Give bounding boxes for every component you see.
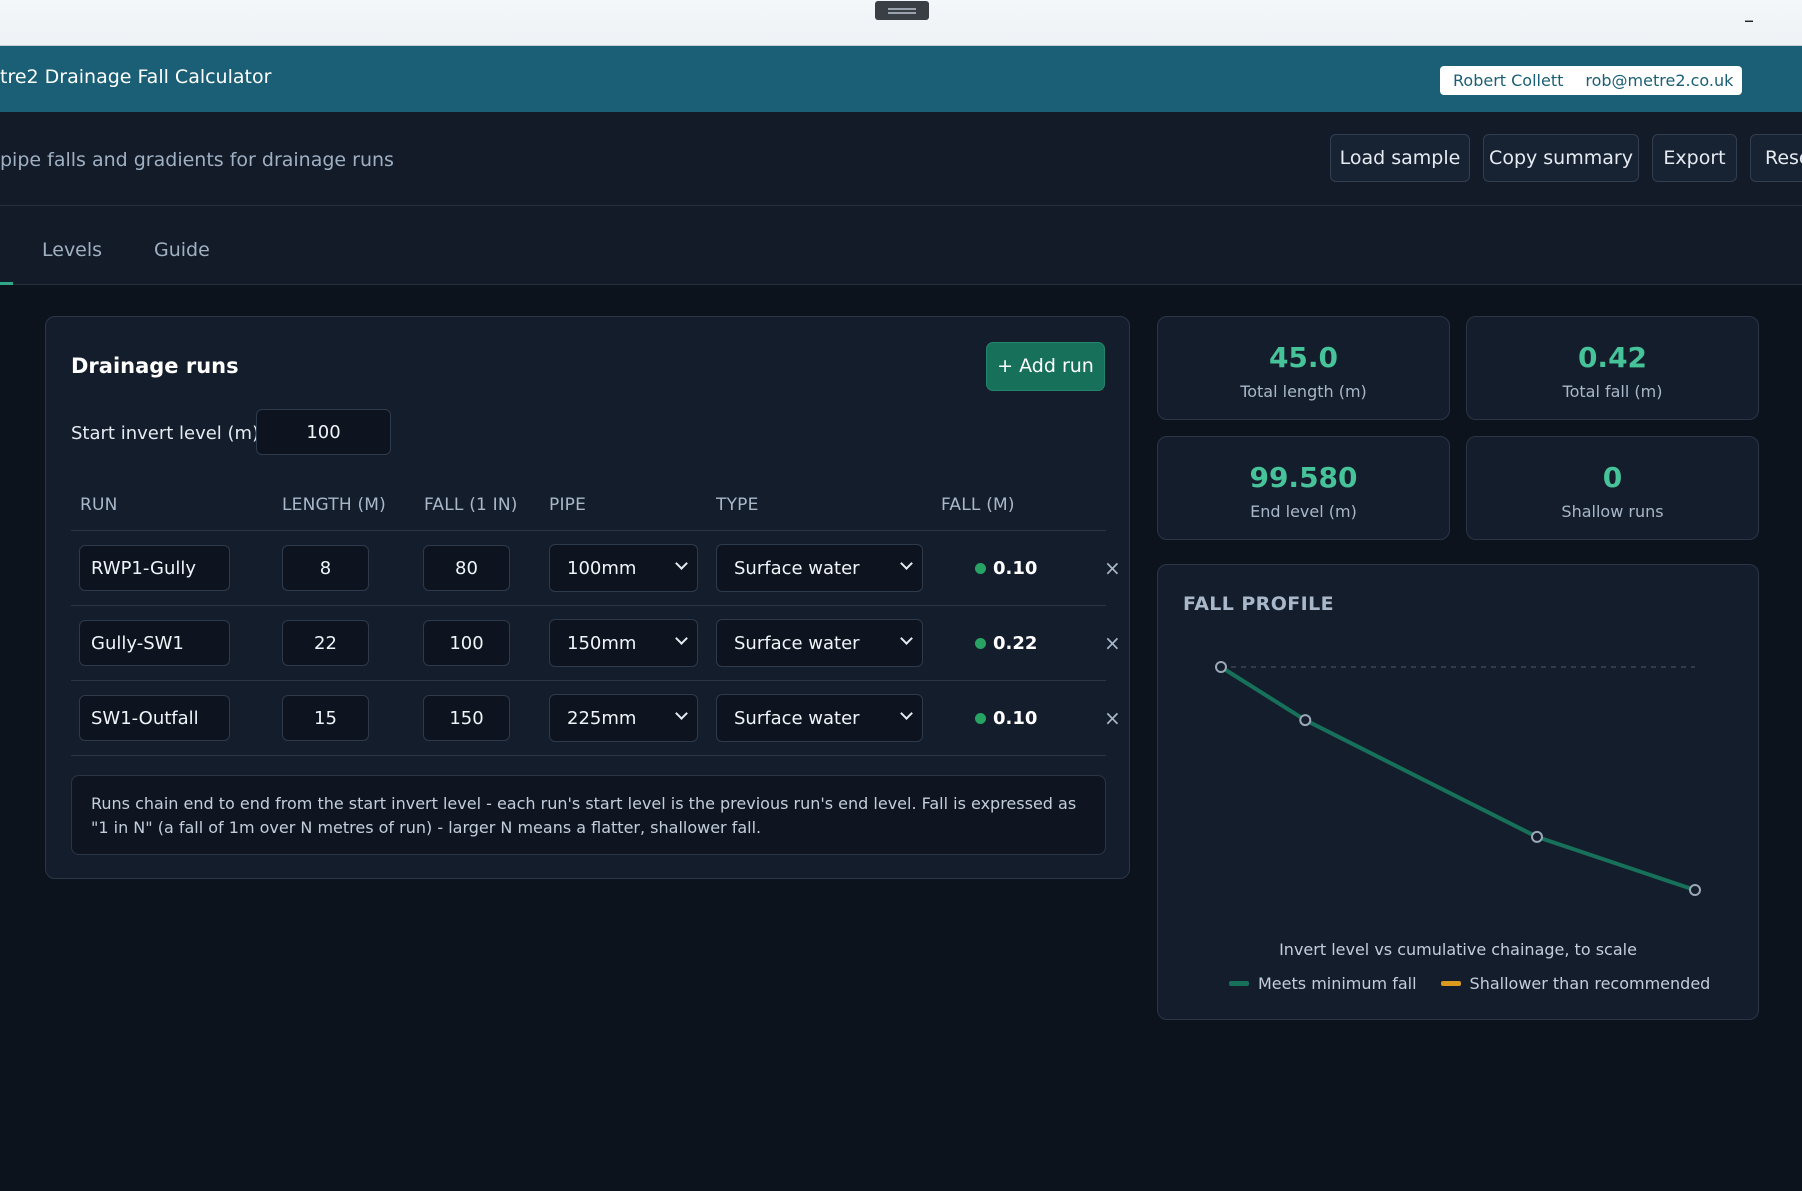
length-input[interactable] [282, 695, 369, 741]
table-header: RUN LENGTH (M) FALL (1 IN) PIPE TYPE FAL… [71, 489, 1106, 531]
remove-run-icon[interactable]: × [1104, 633, 1121, 653]
profile-caption: Invert level vs cumulative chainage, to … [1279, 940, 1637, 959]
legend-swatch-ok [1229, 981, 1249, 986]
pipe-select[interactable]: 225mm [549, 694, 698, 742]
profile-point [1689, 884, 1701, 896]
table-row: 100mm Surface water 0.10 × [71, 531, 1121, 606]
reset-button[interactable]: Rese [1750, 134, 1802, 182]
column-header-length: LENGTH (M) [282, 495, 386, 515]
type-select[interactable]: Surface water [716, 694, 923, 742]
status-dot-icon [975, 638, 986, 649]
fall-profile-panel: FALL PROFILE Invert level vs cumulative … [1157, 564, 1759, 1020]
profile-point [1215, 661, 1227, 673]
column-header-type: TYPE [716, 495, 759, 515]
fall-ratio-input[interactable] [423, 545, 510, 591]
column-header-run: RUN [80, 495, 118, 515]
pipe-select[interactable]: 100mm [549, 544, 698, 592]
profile-segment-3 [1535, 834, 1697, 892]
stat-total-fall: 0.42 Total fall (m) [1466, 316, 1759, 420]
fall-m-value: 0.10 [993, 558, 1038, 579]
profile-legend: Meets minimum fall Shallower than recomm… [1229, 974, 1734, 993]
tab-levels[interactable]: Levels [42, 239, 102, 261]
start-level-input[interactable] [256, 409, 391, 455]
fall-m-value: 0.10 [993, 708, 1038, 729]
window-chrome: – [0, 0, 1802, 46]
stat-shallow-runs: 0 Shallow runs [1466, 436, 1759, 540]
type-select[interactable]: Surface water [716, 619, 923, 667]
page-subtitle: pipe falls and gradients for drainage ru… [0, 149, 394, 171]
profile-points [1215, 661, 1701, 896]
legend-item-shallow: Shallower than recommended [1440, 974, 1711, 993]
stat-value: 45.0 [1268, 341, 1339, 374]
pipe-select-wrap: 150mm [549, 619, 698, 667]
stat-label: Total fall (m) [1562, 382, 1663, 401]
column-header-fall-ratio: FALL (1 IN) [424, 495, 518, 515]
minimize-icon[interactable]: – [1737, 10, 1761, 34]
tab-bar: Levels Guide [0, 206, 1802, 285]
window-drag-handle-icon[interactable] [875, 1, 929, 20]
status-dot-icon [975, 713, 986, 724]
column-header-pipe: PIPE [549, 495, 587, 515]
remove-run-icon[interactable]: × [1104, 558, 1121, 578]
column-header-fall-m: FALL (M) [941, 495, 1015, 515]
tab-guide[interactable]: Guide [154, 239, 210, 261]
add-run-button[interactable]: + Add run [986, 342, 1105, 391]
fall-ratio-input[interactable] [423, 620, 510, 666]
length-input[interactable] [282, 545, 369, 591]
type-select-wrap: Surface water [716, 694, 923, 742]
app-header: tre2 Drainage Fall Calculator Robert Col… [0, 46, 1802, 134]
user-email: rob@metre2.co.uk [1585, 71, 1734, 90]
export-button[interactable]: Export [1652, 134, 1737, 182]
copy-summary-button[interactable]: Copy summary [1483, 134, 1639, 182]
type-select-wrap: Surface water [716, 544, 923, 592]
stat-label: End level (m) [1250, 502, 1357, 521]
profile-segment-2 [1303, 718, 1539, 839]
help-note: Runs chain end to end from the start inv… [71, 775, 1106, 855]
status-dot-icon [975, 563, 986, 574]
fall-ratio-input[interactable] [423, 695, 510, 741]
active-tab-indicator [0, 282, 13, 285]
run-name-input[interactable] [79, 545, 230, 591]
run-name-input[interactable] [79, 695, 230, 741]
profile-point [1531, 830, 1543, 843]
profile-segments [1219, 665, 1697, 892]
profile-segment-1 [1219, 665, 1308, 723]
subheader: pipe falls and gradients for drainage ru… [0, 112, 1802, 206]
legend-swatch-shallow [1440, 981, 1461, 986]
start-level-label: Start invert level (m) [71, 423, 260, 444]
table-row: 225mm Surface water 0.10 × [71, 681, 1121, 756]
stat-total-length: 45.0 Total length (m) [1157, 316, 1450, 420]
type-select[interactable]: Surface water [716, 544, 923, 592]
legend-label: Shallower than recommended [1469, 974, 1711, 993]
stat-value: 0.42 [1577, 341, 1648, 374]
stat-label: Shallow runs [1561, 502, 1664, 521]
user-badge[interactable]: Robert Collett rob@metre2.co.uk [1440, 66, 1742, 95]
run-name-input[interactable] [79, 620, 230, 666]
remove-run-icon[interactable]: × [1104, 708, 1121, 728]
user-name: Robert Collett [1453, 71, 1564, 90]
stat-label: Total length (m) [1240, 382, 1367, 401]
drainage-runs-panel: Drainage runs + Add run Start invert lev… [45, 316, 1130, 879]
stat-end-level: 99.580 End level (m) [1157, 436, 1450, 540]
type-select-wrap: Surface water [716, 619, 923, 667]
stat-value: 0 [1602, 461, 1623, 494]
profile-point [1299, 714, 1312, 727]
length-input[interactable] [282, 620, 369, 666]
pipe-select-wrap: 100mm [549, 544, 698, 592]
table-row: 150mm Surface water 0.22 × [71, 606, 1121, 681]
fall-m-value: 0.22 [993, 633, 1038, 654]
pipe-select-wrap: 225mm [549, 694, 698, 742]
legend-label: Meets minimum fall [1258, 974, 1417, 993]
panel-title: Drainage runs [71, 354, 239, 378]
load-sample-button[interactable]: Load sample [1330, 134, 1470, 182]
stat-value: 99.580 [1249, 461, 1358, 494]
legend-item-ok: Meets minimum fall [1229, 974, 1417, 993]
pipe-select[interactable]: 150mm [549, 619, 698, 667]
app-title: tre2 Drainage Fall Calculator [0, 66, 272, 88]
